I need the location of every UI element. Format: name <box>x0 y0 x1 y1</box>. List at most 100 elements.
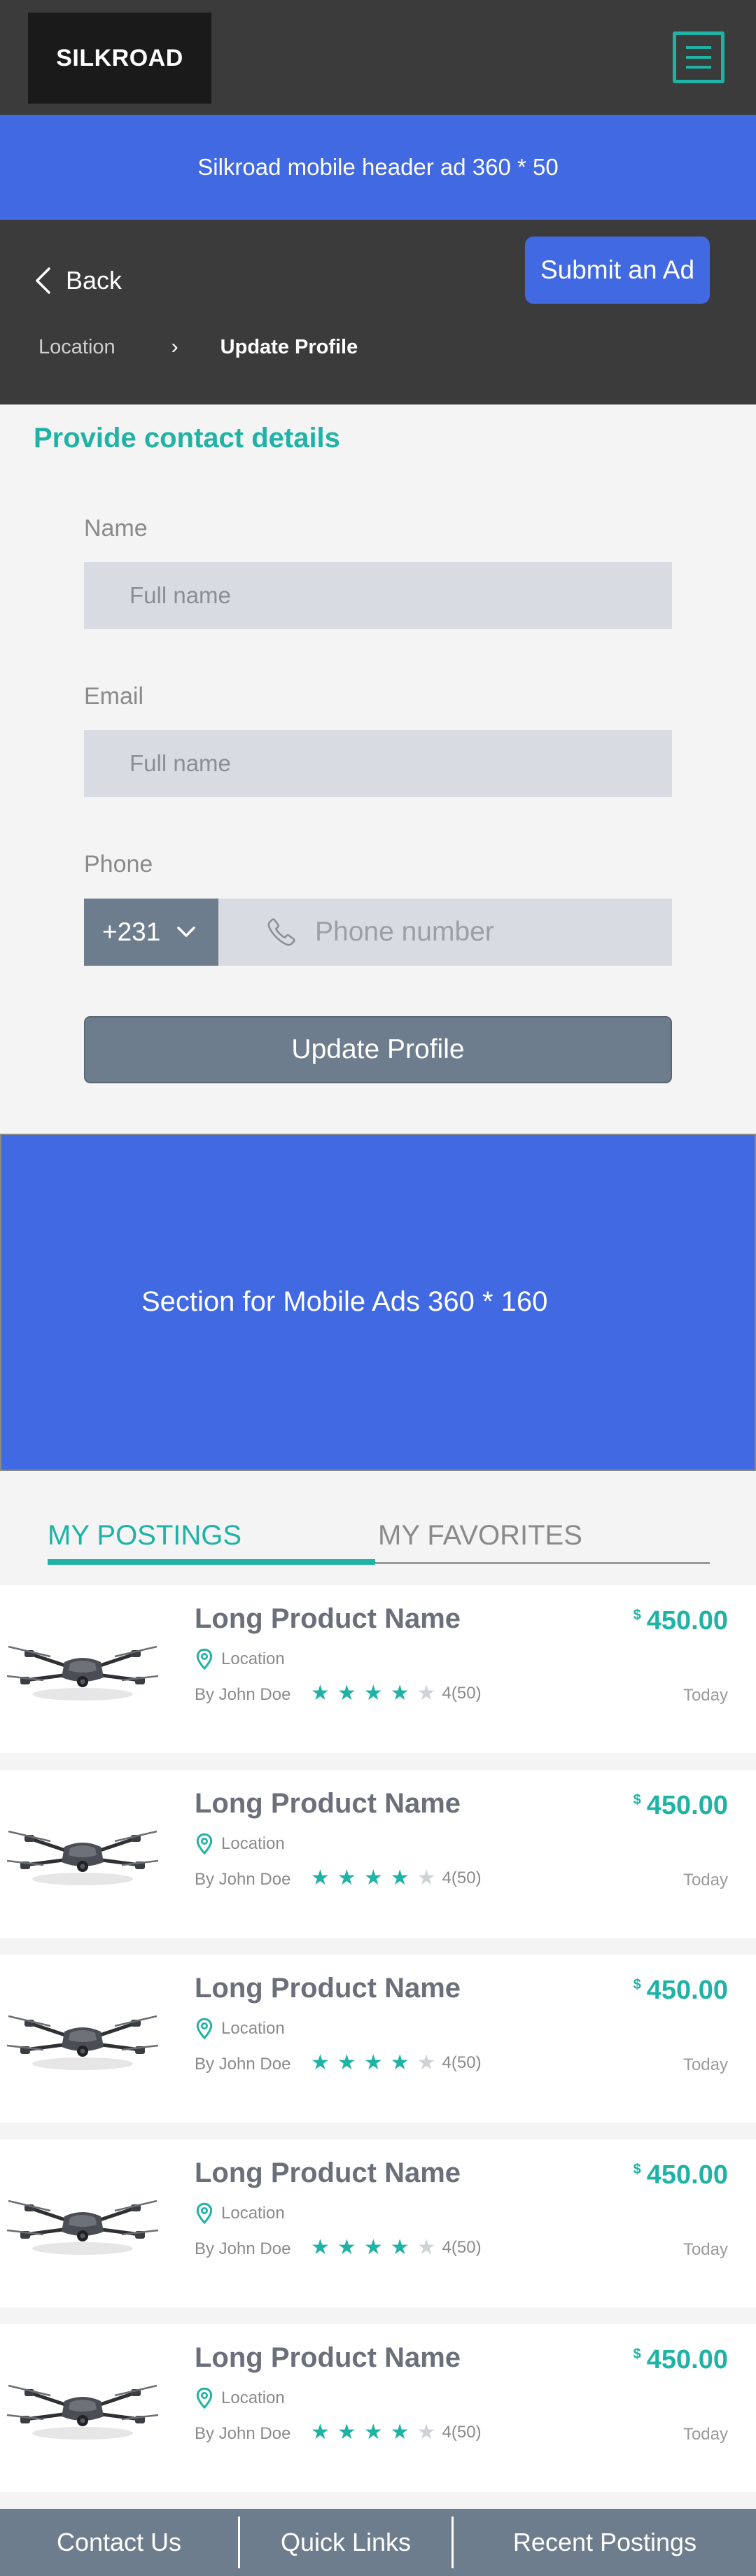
price-currency: $ <box>633 2346 641 2362</box>
logo[interactable]: SILKROAD <box>28 13 211 104</box>
country-code-select[interactable]: +231 <box>84 899 218 966</box>
location-pin-icon <box>196 2202 213 2225</box>
hamburger-menu-icon[interactable] <box>673 31 724 83</box>
product-location-label: Location <box>221 1834 285 1853</box>
product-seller: By John Doe <box>195 1685 291 1704</box>
price-value: 450.00 <box>646 1976 728 2005</box>
footer-link-recent-postings[interactable]: Recent Postings <box>454 2509 756 2576</box>
tab-divider-line <box>375 1562 710 1564</box>
price-value: 450.00 <box>646 2345 728 2374</box>
product-location: Location <box>195 2202 285 2225</box>
rating-count: 4(50) <box>442 2423 482 2442</box>
phone-placeholder: Phone number <box>315 917 494 947</box>
name-field[interactable]: Full name <box>84 562 672 629</box>
product-seller: By John Doe <box>195 2055 291 2074</box>
footer: Contact Us Quick Links Recent Postings <box>0 2509 756 2576</box>
star-icon: ★ <box>337 2236 356 2259</box>
breadcrumb: Location › Update Profile <box>38 319 358 375</box>
product-location: Location <box>195 1833 285 1855</box>
star-icon: ★ <box>311 2421 330 2444</box>
rating-count: 4(50) <box>442 1868 482 1887</box>
product-rating: ★ ★ ★ ★ ★ 4(50) <box>311 2053 482 2074</box>
update-profile-button[interactable]: Update Profile <box>84 1016 672 1083</box>
active-tab-indicator <box>48 1559 375 1565</box>
product-date: Today <box>682 2240 728 2259</box>
price-currency: $ <box>633 1607 641 1623</box>
product-title[interactable]: Long Product Name <box>195 2342 461 2374</box>
location-pin-icon <box>196 2018 213 2040</box>
product-rating: ★ ★ ★ ★ ★ 4(50) <box>311 2237 482 2258</box>
price-currency: $ <box>633 1977 641 1992</box>
drone-product-image <box>6 1645 159 1701</box>
star-icon: ★ <box>416 2236 436 2259</box>
product-title[interactable]: Long Product Name <box>195 1973 461 2004</box>
product-price: $ 450.00 <box>634 2345 728 2375</box>
product-title[interactable]: Long Product Name <box>195 1788 461 1820</box>
product-location: Location <box>195 2018 285 2040</box>
star-icon: ★ <box>337 1682 356 1705</box>
breadcrumb-location[interactable]: Location <box>38 336 115 359</box>
tab-my-postings[interactable]: MY POSTINGS <box>48 1520 241 1551</box>
star-icon: ★ <box>311 2236 330 2259</box>
product-title[interactable]: Long Product Name <box>195 1603 461 1635</box>
location-pin-icon <box>196 2387 213 2409</box>
price-value: 450.00 <box>646 1606 728 1635</box>
star-icon: ★ <box>416 2051 436 2074</box>
product-card[interactable]: Long Product Name Location By John Doe ★… <box>0 1585 756 1753</box>
star-icon: ★ <box>311 1866 330 1889</box>
page: SILKROAD Silkroad mobile header ad 360 *… <box>0 0 756 2576</box>
product-rating: ★ ★ ★ ★ ★ 4(50) <box>311 1683 482 1704</box>
star-icon: ★ <box>390 2421 410 2444</box>
product-card[interactable]: Long Product Name Location By John Doe ★… <box>0 1770 756 1938</box>
star-icon: ★ <box>337 1866 356 1889</box>
star-icon: ★ <box>363 2236 383 2259</box>
product-date: Today <box>682 2055 728 2074</box>
product-date: Today <box>682 1686 728 1705</box>
phone-number-field[interactable]: Phone number <box>218 899 672 966</box>
submit-ad-button[interactable]: Submit an Ad <box>525 237 710 304</box>
product-rating: ★ ★ ★ ★ ★ 4(50) <box>311 1868 482 1889</box>
product-title[interactable]: Long Product Name <box>195 2158 461 2189</box>
product-location: Location <box>195 1648 285 1670</box>
footer-link-contact-us[interactable]: Contact Us <box>0 2509 238 2576</box>
star-icon: ★ <box>416 1866 436 1889</box>
price-currency: $ <box>633 1792 641 1808</box>
price-value: 450.00 <box>646 2160 728 2190</box>
phone-icon <box>267 918 295 946</box>
star-icon: ★ <box>390 1682 410 1705</box>
product-price: $ 450.00 <box>634 1791 728 1821</box>
top-navbar: SILKROAD <box>0 0 756 115</box>
star-icon: ★ <box>363 2421 383 2444</box>
star-icon: ★ <box>311 2051 330 2074</box>
product-card[interactable]: Long Product Name Location By John Doe ★… <box>0 1955 756 2123</box>
product-date: Today <box>682 2425 728 2444</box>
mobile-ad-text: Section for Mobile Ads 360 * 160 <box>141 1286 548 1317</box>
location-pin-icon <box>196 1648 213 1670</box>
footer-link-quick-links[interactable]: Quick Links <box>240 2509 451 2576</box>
chevron-left-icon <box>36 267 50 294</box>
product-seller: By John Doe <box>195 2239 291 2258</box>
chevron-down-icon <box>177 927 196 937</box>
drone-product-image <box>6 2200 159 2255</box>
drone-product-image <box>6 2015 159 2070</box>
rating-count: 4(50) <box>442 2053 482 2072</box>
email-field[interactable]: Full name <box>84 730 672 797</box>
phone-label: Phone <box>84 851 153 878</box>
product-card[interactable]: Long Product Name Location By John Doe ★… <box>0 2139 756 2307</box>
tab-my-favorites[interactable]: MY FAVORITES <box>378 1520 582 1551</box>
product-card[interactable]: Long Product Name Location By John Doe ★… <box>0 2324 756 2492</box>
header-ad-banner[interactable]: Silkroad mobile header ad 360 * 50 <box>0 115 756 220</box>
star-icon: ★ <box>337 2421 356 2444</box>
back-label: Back <box>66 266 122 295</box>
name-label: Name <box>84 515 148 542</box>
product-location: Location <box>195 2387 285 2409</box>
postings-tabs: MY POSTINGS MY FAVORITES <box>48 1520 710 1569</box>
star-icon: ★ <box>363 1682 383 1705</box>
product-location-label: Location <box>221 2019 285 2038</box>
product-date: Today <box>682 1871 728 1889</box>
product-location-label: Location <box>221 2204 285 2223</box>
back-button[interactable]: Back <box>35 256 122 305</box>
mobile-ad-section[interactable]: Section for Mobile Ads 360 * 160 <box>0 1134 756 1471</box>
drone-product-image <box>6 1830 159 1885</box>
star-icon: ★ <box>416 2421 436 2444</box>
